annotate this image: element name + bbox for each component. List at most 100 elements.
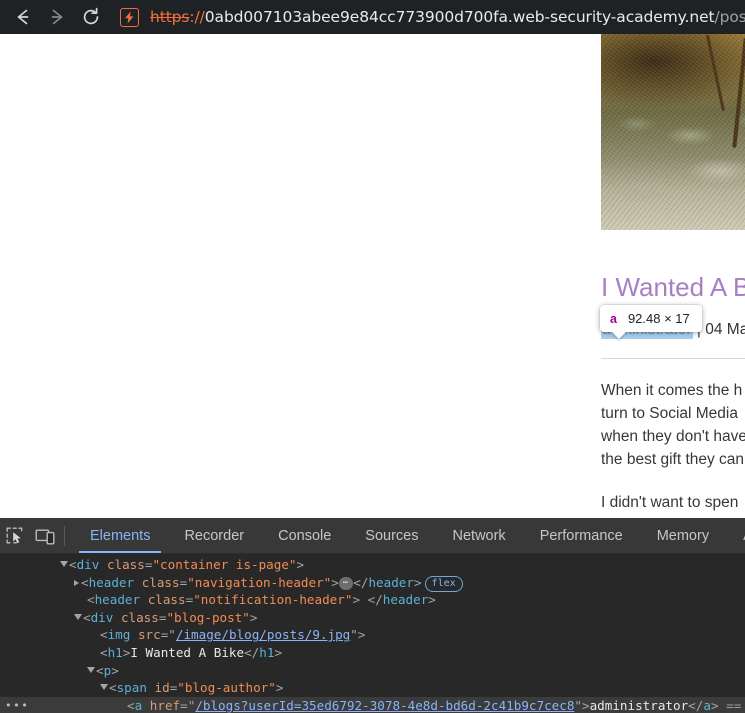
- devtools-tabbar: Elements Recorder Console Sources Networ…: [0, 519, 745, 554]
- url-path: /post?postId=1: [714, 8, 745, 26]
- code-token-punct: <: [69, 557, 77, 572]
- page-title: I Wanted A Bike: [601, 272, 745, 302]
- devtools-panel: Elements Recorder Console Sources Networ…: [0, 518, 745, 713]
- toolbar-divider: [64, 526, 65, 546]
- code-token-tagname: a: [703, 697, 711, 713]
- dom-node-header-notification[interactable]: <header class="notification-header"> </h…: [0, 591, 745, 609]
- code-token-punct: >: [710, 697, 719, 713]
- tab-elements[interactable]: Elements: [73, 519, 167, 553]
- code-token-tagname: header: [382, 592, 429, 608]
- code-token-punct: >: [249, 609, 258, 625]
- code-token-punct: ": [168, 627, 176, 643]
- flash-glyph-icon: [125, 10, 134, 24]
- code-token-tagname: div: [76, 557, 100, 572]
- code-token-punct: [99, 557, 107, 572]
- code-token-attrname: class: [141, 574, 180, 590]
- code-token-punct: </: [353, 574, 369, 590]
- forward-button[interactable]: [40, 0, 74, 34]
- device-toolbar-button[interactable]: [30, 519, 60, 553]
- code-token-tagname: header: [368, 574, 414, 590]
- code-token-punct: >: [275, 680, 284, 696]
- expand-arrow-icon[interactable]: [74, 613, 82, 620]
- dom-node-img[interactable]: <img src="/image/blog/posts/9.jpg">: [0, 626, 745, 644]
- tooltip-tag-name: a: [610, 311, 617, 326]
- inspector-tooltip: a 92.48 × 17: [600, 305, 702, 332]
- code-token-dollar: == $0: [726, 697, 742, 713]
- code-token-punct: [147, 680, 155, 695]
- tab-application[interactable]: Application: [726, 519, 745, 553]
- page-viewport: I Wanted A Bike administrator | 04 Ma Wh…: [0, 34, 745, 518]
- code-token-punct: >: [428, 592, 436, 608]
- device-toolbar-icon: [35, 529, 54, 544]
- code-token-attrval: "blog-post": [166, 609, 250, 625]
- code-token-tagname: div: [90, 609, 114, 625]
- expand-arrow-icon[interactable]: [74, 579, 79, 586]
- code-token-punct: <: [87, 592, 95, 608]
- tab-network[interactable]: Network: [436, 519, 523, 553]
- url-text: https://0abd007103abee9e84cc773900d700fa…: [150, 8, 745, 26]
- code-token-punct: >: [352, 592, 368, 608]
- code-token-punct: >: [413, 574, 422, 590]
- code-token-punct: ">: [350, 627, 366, 643]
- code-token-attrval: "notification-header": [193, 592, 353, 608]
- tab-console[interactable]: Console: [261, 519, 348, 553]
- tab-sources[interactable]: Sources: [348, 519, 435, 553]
- not-secure-flash-icon[interactable]: [120, 7, 139, 27]
- code-token-tagname: header: [88, 574, 135, 590]
- tab-label: Network: [452, 528, 506, 544]
- code-token-punct: <: [96, 662, 104, 678]
- arrow-right-icon: [51, 9, 63, 25]
- code-token-attrname: class: [106, 557, 145, 572]
- code-token-punct: =: [180, 697, 188, 713]
- url-separator: ://: [189, 8, 205, 26]
- tab-recorder[interactable]: Recorder: [167, 519, 261, 553]
- dom-node-header-navigation[interactable]: <header class="navigation-header"> ⋯ </hea…: [0, 574, 745, 592]
- reload-button[interactable]: [74, 0, 108, 34]
- code-token-punct: >: [274, 644, 283, 660]
- code-token-attrval: "blog-author": [177, 680, 276, 696]
- expand-arrow-icon[interactable]: [87, 666, 95, 673]
- collapsed-children-icon[interactable]: ⋯: [338, 576, 354, 590]
- inspect-element-icon: [6, 527, 22, 543]
- code-token-punct: [140, 592, 148, 607]
- expand-arrow-icon[interactable]: [100, 684, 108, 691]
- tab-label: Console: [278, 528, 332, 544]
- photo-texture: [601, 34, 745, 230]
- url-scheme: https: [150, 8, 190, 26]
- code-token-link[interactable]: /image/blog/posts/9.jpg: [176, 627, 350, 642]
- dom-node-p[interactable]: <p>: [0, 662, 745, 680]
- expand-arrow-icon[interactable]: [60, 561, 68, 567]
- code-token-punct: <: [109, 680, 117, 696]
- code-token-tagname: h1: [259, 644, 275, 660]
- code-token-attrname: id: [154, 680, 170, 696]
- browser-window: https://0abd007103abee9e84cc773900d700fa…: [0, 0, 745, 713]
- code-token-tagname: h1: [107, 644, 123, 660]
- code-token-tagname: img: [107, 627, 131, 643]
- tab-memory[interactable]: Memory: [640, 519, 726, 553]
- code-token-punct: <: [100, 644, 108, 660]
- code-token-txtnode: I Wanted A Bike: [130, 644, 245, 660]
- dom-node-h1[interactable]: <h1>I Wanted A Bike</h1>: [0, 644, 745, 662]
- dom-node-span-blog-author[interactable]: <span id="blog-author">: [0, 679, 745, 697]
- blog-paragraph: I didn't want to spen bike. Not having m…: [601, 494, 745, 518]
- code-token-link[interactable]: /blogs?userId=35ed6792-3078-4e8d-bd6d-2c…: [195, 698, 574, 713]
- dom-node-a-author-link[interactable]: ••• <a href="/blogs?userId=35ed6792-3078-…: [0, 696, 745, 713]
- code-token-tagname: header: [94, 592, 141, 608]
- flex-badge[interactable]: flex: [424, 575, 463, 592]
- inspect-element-button[interactable]: [0, 519, 30, 553]
- dom-node-div-blog-post[interactable]: <div class="blog-post">: [0, 609, 745, 627]
- dom-tree[interactable]: <div class="container is-page"> <header c…: [0, 554, 745, 713]
- arrow-left-icon: [17, 9, 29, 25]
- back-button[interactable]: [6, 0, 40, 34]
- code-token-punct: [142, 698, 150, 713]
- code-token-punct: </: [688, 697, 704, 713]
- node-overflow-dots[interactable]: •••: [5, 700, 29, 711]
- tab-label: Performance: [539, 528, 623, 544]
- dom-node-div-container[interactable]: <div class="container is-page">: [0, 556, 745, 574]
- code-token-attrname: class: [120, 609, 159, 625]
- code-token-attrval: "navigation-header": [187, 574, 332, 590]
- tab-performance[interactable]: Performance: [523, 519, 640, 553]
- code-token-punct: <: [81, 574, 89, 590]
- blog-post-image: [601, 34, 745, 230]
- address-bar[interactable]: https://0abd007103abee9e84cc773900d700fa…: [108, 0, 745, 34]
